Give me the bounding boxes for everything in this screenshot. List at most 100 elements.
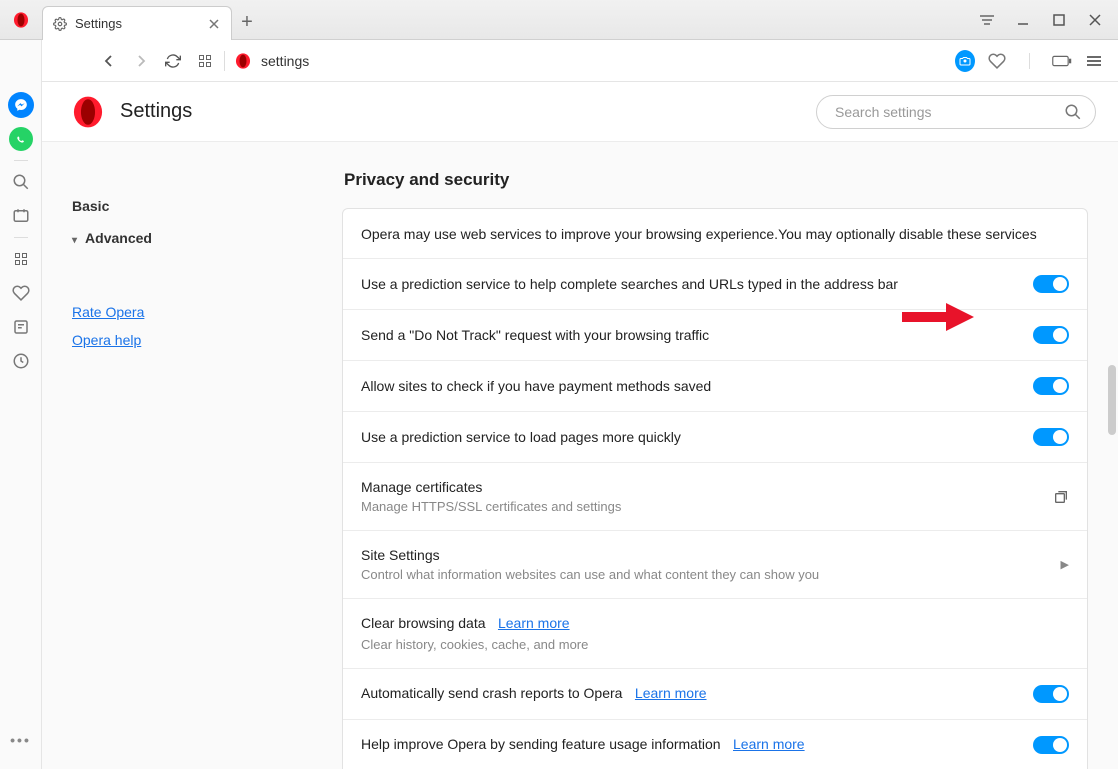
toggle-do-not-track[interactable] bbox=[1033, 326, 1069, 344]
divider bbox=[224, 51, 225, 71]
row-label: Manage certificates bbox=[361, 479, 1053, 495]
opera-logo-icon bbox=[235, 53, 251, 69]
battery-saver-button[interactable] bbox=[1052, 51, 1072, 71]
row-prediction-search[interactable]: Use a prediction service to help complet… bbox=[343, 259, 1087, 310]
learn-more-link[interactable]: Learn more bbox=[498, 615, 570, 631]
opera-menu-button[interactable] bbox=[0, 0, 42, 39]
title-bar: Settings + bbox=[0, 0, 1118, 40]
address-bar: settings bbox=[42, 40, 1118, 82]
row-usage-info[interactable]: Help improve Opera by sending feature us… bbox=[343, 720, 1087, 769]
sidebar-item-advanced[interactable]: Advanced bbox=[72, 222, 322, 254]
opera-logo-icon bbox=[72, 96, 104, 128]
tab-close-button[interactable] bbox=[207, 17, 221, 31]
settings-page: Settings Basic Advanced Rate Opera Opera… bbox=[42, 82, 1118, 769]
section-title-privacy: Privacy and security bbox=[342, 170, 1088, 190]
search-icon bbox=[12, 173, 30, 191]
settings-header: Settings bbox=[42, 82, 1118, 142]
row-label: Use a prediction service to load pages m… bbox=[361, 429, 1033, 445]
divider bbox=[1029, 53, 1030, 69]
bookmark-button[interactable] bbox=[987, 51, 1007, 71]
intro-text: Opera may use web services to improve yo… bbox=[361, 226, 1069, 242]
chevron-right-icon: ▶ bbox=[1061, 558, 1069, 571]
row-clear-browsing-data[interactable]: Clear browsing data Learn more Clear his… bbox=[343, 599, 1087, 669]
rail-news-button[interactable] bbox=[8, 314, 34, 340]
row-label: Clear browsing data bbox=[361, 615, 486, 631]
chevron-left-icon bbox=[102, 54, 116, 68]
address-field[interactable]: settings bbox=[235, 53, 955, 69]
newspaper-icon bbox=[12, 318, 30, 336]
news-icon bbox=[12, 207, 30, 225]
rail-settings-button[interactable]: ••• bbox=[8, 727, 34, 753]
row-prediction-load[interactable]: Use a prediction service to load pages m… bbox=[343, 412, 1087, 463]
close-icon bbox=[1088, 13, 1102, 27]
toggle-prediction-search[interactable] bbox=[1033, 275, 1069, 293]
row-intro: Opera may use web services to improve yo… bbox=[343, 209, 1087, 259]
ellipsis-icon: ••• bbox=[10, 732, 31, 748]
maximize-icon bbox=[1053, 14, 1065, 26]
gear-icon bbox=[53, 17, 67, 31]
row-label: Site Settings bbox=[361, 547, 1061, 563]
annotation-arrow bbox=[902, 303, 974, 331]
rail-speed-dial-button[interactable] bbox=[8, 246, 34, 272]
toggle-prediction-load[interactable] bbox=[1033, 428, 1069, 446]
row-sublabel: Clear history, cookies, cache, and more bbox=[361, 637, 1069, 652]
messenger-button[interactable] bbox=[8, 92, 34, 118]
search-icon bbox=[1064, 103, 1082, 121]
toggle-payment-methods[interactable] bbox=[1033, 377, 1069, 395]
camera-icon bbox=[955, 50, 975, 72]
external-link-icon bbox=[1053, 489, 1069, 505]
sidebar-link-opera-help[interactable]: Opera help bbox=[72, 326, 322, 354]
row-site-settings[interactable]: Site Settings Control what information w… bbox=[343, 531, 1087, 599]
forward-button[interactable] bbox=[132, 52, 150, 70]
messenger-icon bbox=[8, 92, 34, 118]
row-crash-reports[interactable]: Automatically send crash reports to Oper… bbox=[343, 669, 1087, 720]
rail-separator bbox=[14, 237, 28, 238]
page-title: Settings bbox=[120, 100, 192, 123]
row-manage-certificates[interactable]: Manage certificates Manage HTTPS/SSL cer… bbox=[343, 463, 1087, 531]
sidebar-item-basic[interactable]: Basic bbox=[72, 190, 322, 222]
scrollbar[interactable] bbox=[1108, 365, 1116, 435]
learn-more-link[interactable]: Learn more bbox=[635, 685, 707, 701]
toggle-usage-info[interactable] bbox=[1033, 736, 1069, 754]
minimize-icon bbox=[1016, 13, 1030, 27]
rail-history-button[interactable] bbox=[8, 348, 34, 374]
clock-icon bbox=[12, 352, 30, 370]
rail-search-button[interactable] bbox=[8, 169, 34, 195]
easy-setup-button[interactable] bbox=[1084, 51, 1104, 71]
tab-menu-button[interactable] bbox=[978, 11, 996, 29]
maximize-button[interactable] bbox=[1050, 11, 1068, 29]
reload-button[interactable] bbox=[164, 52, 182, 70]
row-label: Help improve Opera by sending feature us… bbox=[361, 736, 721, 752]
tab-title: Settings bbox=[75, 16, 122, 31]
search-settings-input[interactable] bbox=[816, 95, 1096, 129]
whatsapp-button[interactable] bbox=[8, 126, 34, 152]
row-payment-methods[interactable]: Allow sites to check if you have payment… bbox=[343, 361, 1087, 412]
speed-dial-icon bbox=[15, 253, 27, 265]
row-sublabel: Manage HTTPS/SSL certificates and settin… bbox=[361, 499, 1053, 514]
close-window-button[interactable] bbox=[1086, 11, 1104, 29]
speed-dial-button[interactable] bbox=[196, 52, 214, 70]
back-button[interactable] bbox=[100, 52, 118, 70]
new-tab-button[interactable]: + bbox=[232, 6, 262, 39]
row-label: Automatically send crash reports to Oper… bbox=[361, 685, 622, 701]
sidebar-link-rate-opera[interactable]: Rate Opera bbox=[72, 298, 322, 326]
address-text: settings bbox=[261, 53, 309, 69]
reload-icon bbox=[165, 53, 181, 69]
minimize-button[interactable] bbox=[1014, 11, 1032, 29]
chevron-right-icon bbox=[134, 54, 148, 68]
browser-tab[interactable]: Settings bbox=[42, 6, 232, 40]
opera-logo-icon bbox=[13, 12, 29, 28]
tab-menu-icon bbox=[979, 13, 995, 27]
settings-sidebar: Basic Advanced Rate Opera Opera help bbox=[42, 142, 342, 769]
search-settings-wrap bbox=[816, 95, 1096, 129]
rail-personal-news-button[interactable] bbox=[8, 203, 34, 229]
row-sublabel: Control what information websites can us… bbox=[361, 567, 1061, 582]
row-do-not-track[interactable]: Send a "Do Not Track" request with your … bbox=[343, 310, 1087, 361]
settings-panel: Privacy and security Opera may use web s… bbox=[342, 142, 1118, 769]
sliders-icon bbox=[1086, 54, 1102, 68]
snapshot-button[interactable] bbox=[955, 51, 975, 71]
rail-bookmarks-button[interactable] bbox=[8, 280, 34, 306]
learn-more-link[interactable]: Learn more bbox=[733, 736, 805, 752]
battery-icon bbox=[1052, 54, 1072, 68]
toggle-crash-reports[interactable] bbox=[1033, 685, 1069, 703]
